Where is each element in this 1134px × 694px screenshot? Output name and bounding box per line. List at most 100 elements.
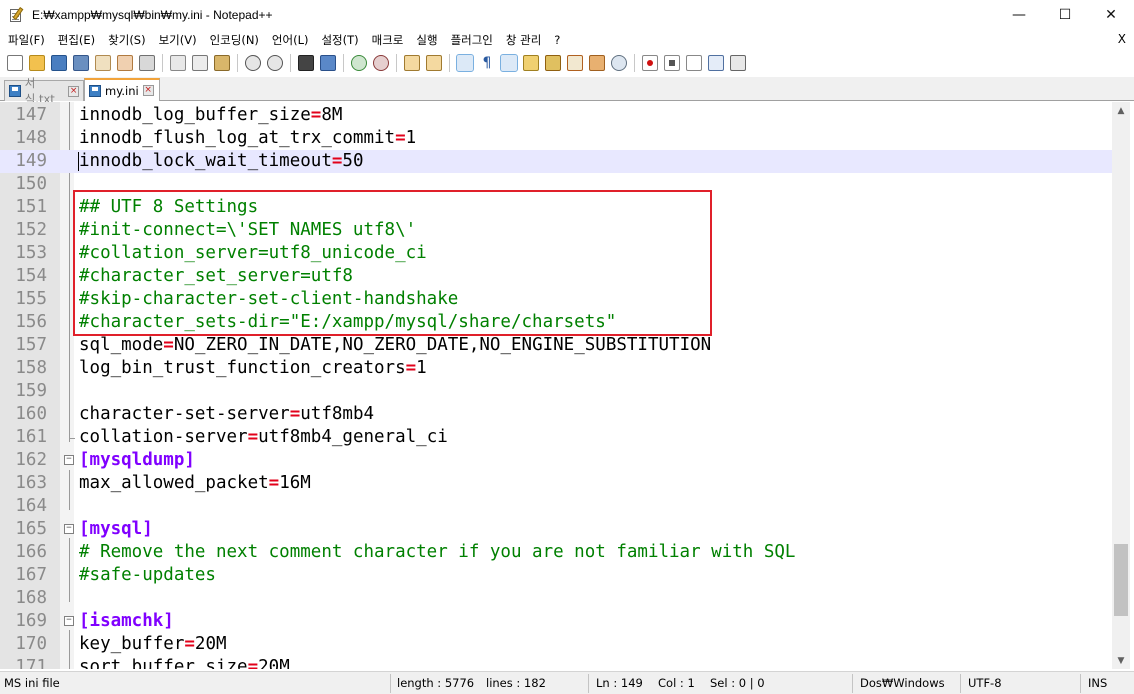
folder-workspace-icon[interactable] [589, 55, 605, 71]
line-content: collation-server=utf8mb4_general_ci [79, 426, 448, 449]
scroll-up-icon[interactable]: ▲ [1112, 102, 1130, 119]
fold-toggle-icon[interactable]: − [64, 616, 74, 626]
paste-icon[interactable] [214, 55, 230, 71]
line-content: [mysql] [79, 518, 153, 541]
doc-map-icon[interactable] [545, 55, 561, 71]
code-line[interactable]: 156 #character_sets-dir="E:/xampp/mysql/s… [0, 311, 1112, 334]
maximize-button[interactable]: ☐ [1042, 0, 1088, 30]
code-line[interactable]: 161 collation-server=utf8mb4_general_ci [0, 426, 1112, 449]
save-icon[interactable] [51, 55, 67, 71]
code-line[interactable]: 170 key_buffer=20M [0, 633, 1112, 656]
undo-icon[interactable] [245, 55, 261, 71]
code-line[interactable]: 155 #skip-character-set-client-handshake [0, 288, 1112, 311]
code-line[interactable]: 169 − [isamchk] [0, 610, 1112, 633]
menu-run[interactable]: 실행 [408, 32, 442, 48]
config-key: sort_buffer_size [79, 657, 248, 669]
run-macro-multiple-icon[interactable] [708, 55, 724, 71]
tab-my-ini[interactable]: my.ini × [84, 78, 160, 101]
close-all-icon[interactable] [117, 55, 133, 71]
function-list-icon[interactable] [567, 55, 583, 71]
tab-close-icon[interactable]: × [68, 85, 79, 97]
code-line[interactable]: 162 − [mysqldump] [0, 449, 1112, 472]
status-eol-format[interactable]: Dos₩Windows [856, 672, 945, 694]
code-line[interactable]: 168 [0, 587, 1112, 610]
config-key: innodb_lock_wait_timeout [79, 151, 332, 171]
close-window-button[interactable]: ✕ [1088, 0, 1134, 30]
menu-plugins[interactable]: 플러그인 [443, 32, 498, 48]
status-encoding[interactable]: UTF-8 [964, 672, 1002, 694]
code-line[interactable]: 166 # Remove the next comment character i… [0, 541, 1112, 564]
cut-icon[interactable] [170, 55, 186, 71]
menu-edit[interactable]: 편집(E) [50, 32, 100, 48]
minimize-button[interactable]: — [996, 0, 1042, 30]
code-line[interactable]: 153 #collation_server=utf8_unicode_ci [0, 242, 1112, 265]
stop-record-icon[interactable] [664, 55, 680, 71]
menu-bar: 파일(F) 편집(E) 찾기(S) 보기(V) 인코딩(N) 언어(L) 설정(… [0, 30, 1134, 50]
word-wrap-icon[interactable] [456, 54, 474, 72]
new-file-icon[interactable] [7, 55, 23, 71]
zoom-in-icon[interactable] [351, 55, 367, 71]
scroll-down-icon[interactable]: ▼ [1112, 652, 1130, 669]
line-content: innodb_log_buffer_size=8M [79, 104, 342, 127]
monitor-icon[interactable] [611, 55, 627, 71]
fold-toggle-icon[interactable]: − [64, 524, 74, 534]
show-all-chars-icon[interactable]: ¶ [479, 55, 495, 71]
toolbar-separator [162, 54, 163, 72]
code-line[interactable]: 159 [0, 380, 1112, 403]
line-content: max_allowed_packet=16M [79, 472, 311, 495]
menu-language[interactable]: 언어(L) [264, 32, 314, 48]
copy-icon[interactable] [192, 55, 208, 71]
menu-window[interactable]: 창 관리 [498, 32, 546, 48]
code-line[interactable]: 149 innodb_lock_wait_timeout=50 [0, 150, 1112, 173]
code-line[interactable]: 151 ## UTF 8 Settings [0, 196, 1112, 219]
status-selection: Sel : 0 | 0 [710, 676, 765, 690]
sync-vertical-icon[interactable] [404, 55, 420, 71]
code-line[interactable]: 163 max_allowed_packet=16M [0, 472, 1112, 495]
redo-icon[interactable] [267, 55, 283, 71]
record-macro-icon[interactable] [642, 55, 658, 71]
save-all-icon[interactable] [73, 55, 89, 71]
code-line[interactable]: 164 [0, 495, 1112, 518]
code-line[interactable]: 167 #safe-updates [0, 564, 1112, 587]
status-divider [852, 674, 853, 693]
print-icon[interactable] [139, 55, 155, 71]
code-line[interactable]: 152 #init-connect=\'SET NAMES utf8\' [0, 219, 1112, 242]
user-lang-icon[interactable] [523, 55, 539, 71]
status-insert-mode[interactable]: INS [1084, 672, 1107, 694]
menu-settings[interactable]: 설정(T) [313, 32, 363, 48]
close-icon[interactable] [95, 55, 111, 71]
line-number: 156 [15, 312, 47, 332]
code-line[interactable]: 147 innodb_log_buffer_size=8M [0, 104, 1112, 127]
code-line[interactable]: 160 character-set-server=utf8mb4 [0, 403, 1112, 426]
close-document-button[interactable]: X [1118, 32, 1126, 46]
menu-view[interactable]: 보기(V) [151, 32, 202, 48]
code-line[interactable]: 154 #character_set_server=utf8 [0, 265, 1112, 288]
editor-pane[interactable]: 147 innodb_log_buffer_size=8M 148 innodb_fl… [0, 102, 1134, 669]
code-line[interactable]: 158 log_bin_trust_function_creators=1 [0, 357, 1112, 380]
tab-close-icon[interactable]: × [142, 85, 154, 96]
equals-operator: = [247, 427, 259, 447]
sync-horizontal-icon[interactable] [426, 55, 442, 71]
menu-file[interactable]: 파일(F) [0, 32, 50, 48]
open-file-icon[interactable] [29, 55, 45, 71]
find-icon[interactable] [298, 55, 314, 71]
save-macro-icon[interactable] [730, 55, 746, 71]
menu-macro[interactable]: 매크로 [364, 32, 409, 48]
indent-guide-icon[interactable] [500, 54, 518, 72]
menu-help[interactable]: ? [546, 33, 565, 47]
tab-seosik-txt[interactable]: 서식.txt × [4, 76, 84, 106]
scrollbar-thumb[interactable] [1114, 544, 1128, 616]
code-line[interactable]: 150 [0, 173, 1112, 196]
code-line[interactable]: 157 sql_mode=NO_ZERO_IN_DATE,NO_ZERO_DATE… [0, 334, 1112, 357]
vertical-scrollbar[interactable]: ▲ ▼ [1112, 102, 1130, 669]
menu-search[interactable]: 찾기(S) [100, 32, 150, 48]
play-macro-icon[interactable] [686, 55, 702, 71]
menu-encoding[interactable]: 인코딩(N) [202, 32, 264, 48]
zoom-out-icon[interactable] [373, 55, 389, 71]
code-line[interactable]: 171 sort_buffer_size=20M [0, 656, 1112, 669]
code-line[interactable]: 165 − [mysql] [0, 518, 1112, 541]
code-line[interactable]: 148 innodb_flush_log_at_trx_commit=1 [0, 127, 1112, 150]
replace-icon[interactable] [320, 55, 336, 71]
equals-operator: = [247, 657, 259, 669]
fold-toggle-icon[interactable]: − [64, 455, 74, 465]
